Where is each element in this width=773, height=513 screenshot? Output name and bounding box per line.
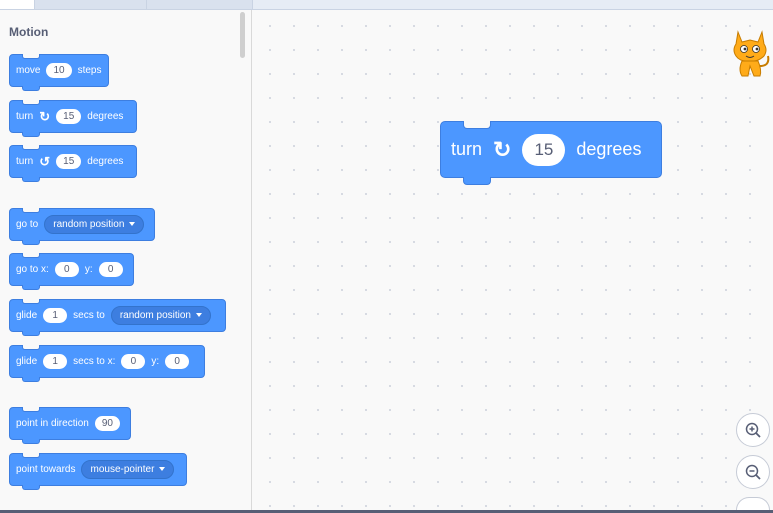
zoom-in-icon [745, 422, 761, 438]
block-turn-right[interactable]: turn ↻ 15 degrees [9, 100, 137, 137]
zoom-out-icon [745, 464, 761, 480]
block-glide-to[interactable]: glide 1 secs to random position [9, 299, 226, 336]
category-label-motion: Motion [9, 25, 49, 39]
block-text: go to [16, 219, 39, 230]
block-text: turn [16, 111, 34, 122]
direction-input[interactable]: 90 [94, 416, 120, 431]
block-text: steps [77, 65, 102, 76]
tab-sounds[interactable] [147, 0, 253, 9]
y-input[interactable]: 0 [165, 354, 190, 369]
tab-costumes[interactable] [35, 0, 147, 9]
block-text: move [16, 65, 41, 76]
secs-input[interactable]: 1 [43, 308, 68, 323]
block-go-to[interactable]: go to random position [9, 208, 155, 245]
target-dropdown[interactable]: random position [110, 306, 211, 325]
x-input[interactable]: 0 [54, 262, 79, 277]
rotate-left-icon: ↺ [39, 153, 51, 169]
block-move-steps[interactable]: move 10 steps [9, 54, 109, 91]
rotate-right-icon: ↻ [493, 136, 512, 162]
workspace-block-turn-right[interactable]: turn ↻ 15 degrees [440, 121, 662, 185]
block-text: point in direction [16, 418, 89, 429]
block-text: degrees [576, 139, 642, 159]
degrees-input[interactable]: 15 [56, 109, 82, 124]
secs-input[interactable]: 1 [43, 354, 68, 369]
x-input[interactable]: 0 [121, 354, 146, 369]
scratch-cat-sprite [733, 30, 770, 77]
block-point-towards[interactable]: point towards mouse-pointer [9, 453, 187, 490]
rotate-right-icon: ↻ [39, 108, 51, 124]
block-text: glide [16, 356, 38, 367]
block-text: turn [451, 139, 483, 159]
block-text: degrees [87, 156, 124, 167]
zoom-in-button[interactable] [736, 413, 770, 447]
block-text: turn [16, 156, 34, 167]
palette-scrollbar[interactable] [240, 12, 245, 58]
y-input[interactable]: 0 [98, 262, 123, 277]
towards-dropdown[interactable]: mouse-pointer [81, 460, 175, 479]
block-palette: Motion move 10 steps turn ↻ 15 degrees t… [0, 10, 252, 510]
block-text: point towards [16, 464, 76, 475]
block-text: secs to x: [73, 356, 116, 367]
block-text: y: [84, 264, 93, 275]
target-dropdown[interactable]: random position [44, 215, 145, 234]
block-turn-left[interactable]: turn ↺ 15 degrees [9, 145, 137, 182]
zoom-reset-button[interactable] [736, 497, 770, 510]
zoom-out-button[interactable] [736, 455, 770, 489]
block-text: glide [16, 310, 38, 321]
script-workspace[interactable]: turn ↻ 15 degrees [252, 10, 773, 510]
block-point-in-direction[interactable]: point in direction 90 [9, 407, 131, 444]
block-go-to-xy[interactable]: go to x: 0 y: 0 [9, 253, 134, 290]
block-text: degrees [87, 111, 124, 122]
degrees-input[interactable]: 15 [56, 154, 82, 169]
tab-strip [0, 0, 773, 10]
block-text: secs to [73, 310, 105, 321]
block-text: y: [151, 356, 160, 367]
block-text: go to x: [16, 264, 49, 275]
tab-code[interactable] [0, 0, 35, 9]
steps-input[interactable]: 10 [46, 63, 72, 78]
degrees-input[interactable]: 15 [522, 133, 566, 166]
block-glide-to-xy[interactable]: glide 1 secs to x: 0 y: 0 [9, 345, 205, 382]
